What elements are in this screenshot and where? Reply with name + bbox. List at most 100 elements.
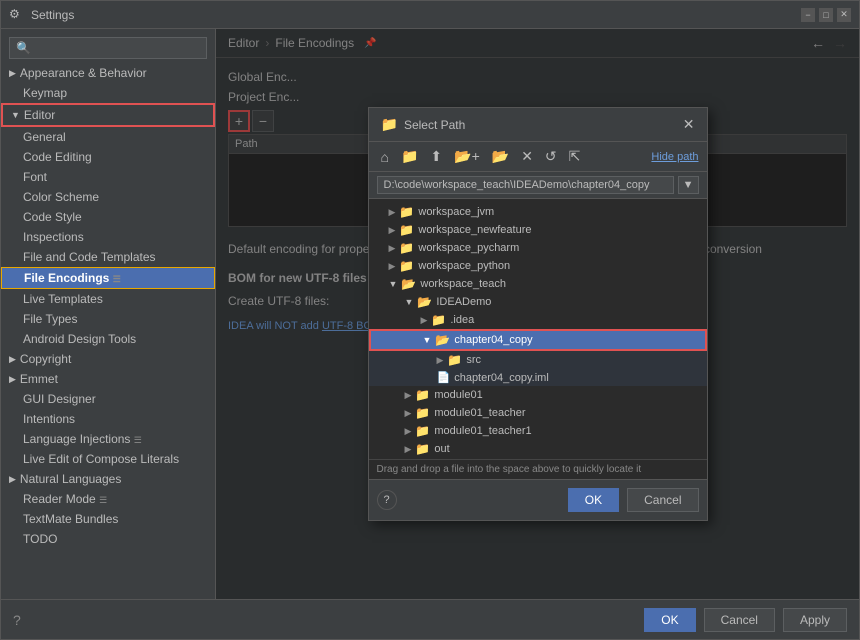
sidebar-item-code-editing[interactable]: Code Editing xyxy=(1,147,215,167)
main-content: Editor › File Encodings 📌 ← → Global Enc… xyxy=(216,29,859,599)
sidebar: ▶ Appearance & Behavior Keymap ▼ Editor … xyxy=(1,29,216,599)
sidebar-item-android-design-tools[interactable]: Android Design Tools xyxy=(1,329,215,349)
sidebar-item-language-injections[interactable]: Language Injections ☰ xyxy=(1,429,215,449)
dialog-title-left: 📁 Select Path xyxy=(381,116,466,133)
tree-item-chapter04-copy[interactable]: ▼ 📂 chapter04_copy xyxy=(369,329,707,351)
sidebar-item-label: Live Templates xyxy=(23,292,103,306)
tree-item-label: workspace_jvm xyxy=(418,206,494,218)
sidebar-item-editor[interactable]: ▼ Editor xyxy=(1,103,215,127)
hide-path-button[interactable]: Hide path xyxy=(651,151,698,163)
dialog-ok-button[interactable]: OK xyxy=(568,488,619,512)
minimize-button[interactable]: − xyxy=(801,8,815,22)
tree-arrow: ▶ xyxy=(405,444,412,455)
search-input[interactable] xyxy=(9,37,207,59)
sidebar-item-color-scheme[interactable]: Color Scheme xyxy=(1,187,215,207)
window-title: Settings xyxy=(31,8,801,22)
tree-item[interactable]: ▶ 📁 module01 xyxy=(369,386,707,404)
toolbar-delete-button[interactable]: ✕ xyxy=(517,146,537,167)
sidebar-item-intentions[interactable]: Intentions xyxy=(1,409,215,429)
folder-icon: 📁 xyxy=(399,259,414,273)
tree-item[interactable]: ▶ 📁 module01_teacher1 xyxy=(369,422,707,440)
dialog-path-bar: ▼ xyxy=(369,172,707,199)
expand-arrow: ▶ xyxy=(9,354,16,365)
tree-item-label: chapter04_copy xyxy=(454,334,532,346)
tree-item[interactable]: ▶ 📁 workspace_jvm xyxy=(369,203,707,221)
sidebar-item-natural-languages[interactable]: ▶ Natural Languages xyxy=(1,469,215,489)
dialog-help-button[interactable]: ? xyxy=(377,490,397,510)
sidebar-item-reader-mode[interactable]: Reader Mode ☰ xyxy=(1,489,215,509)
path-dropdown-button[interactable]: ▼ xyxy=(678,176,699,194)
folder-icon: 📂 xyxy=(417,295,432,309)
tree-item[interactable]: ▶ 📁 workspace_pycharm xyxy=(369,239,707,257)
sidebar-item-code-style[interactable]: Code Style xyxy=(1,207,215,227)
sidebar-item-label: GUI Designer xyxy=(23,392,96,406)
toolbar-open-button[interactable]: 📂 xyxy=(488,146,513,167)
title-bar: ⚙ Settings − □ ✕ xyxy=(1,1,859,29)
tree-item[interactable]: ▼ 📂 workspace_teach xyxy=(369,275,707,293)
sidebar-item-file-code-templates[interactable]: File and Code Templates xyxy=(1,247,215,267)
sidebar-item-label: Font xyxy=(23,170,47,184)
tree-item[interactable]: ▼ 📂 IDEADemo xyxy=(369,293,707,311)
tree-item[interactable]: ▶ 📁 .idea xyxy=(369,311,707,329)
toolbar-refresh-button[interactable]: ↺ xyxy=(541,146,561,167)
apply-button[interactable]: Apply xyxy=(783,608,847,632)
dialog-close-button[interactable]: ✕ xyxy=(683,116,695,133)
sidebar-item-todo[interactable]: TODO xyxy=(1,529,215,549)
close-button[interactable]: ✕ xyxy=(837,8,851,22)
dialog-cancel-button[interactable]: Cancel xyxy=(627,488,698,512)
tree-item-label: workspace_python xyxy=(418,260,510,272)
ok-button[interactable]: OK xyxy=(644,608,695,632)
sidebar-item-gui-designer[interactable]: GUI Designer xyxy=(1,389,215,409)
sidebar-item-label: Emmet xyxy=(20,372,58,386)
sidebar-item-file-types[interactable]: File Types xyxy=(1,309,215,329)
tree-arrow: ▶ xyxy=(405,426,412,437)
sidebar-item-live-templates[interactable]: Live Templates xyxy=(1,289,215,309)
sidebar-item-copyright[interactable]: ▶ Copyright xyxy=(1,349,215,369)
help-icon[interactable]: ? xyxy=(13,612,21,628)
sidebar-item-textmate-bundles[interactable]: TextMate Bundles xyxy=(1,509,215,529)
sidebar-item-label: Reader Mode xyxy=(23,492,96,506)
sidebar-item-label: TextMate Bundles xyxy=(23,512,118,526)
sidebar-item-label: TODO xyxy=(23,532,57,546)
tree-arrow: ▶ xyxy=(389,261,396,272)
tree-item-label: module01_teacher1 xyxy=(434,425,531,437)
toolbar-folder-button[interactable]: 📁 xyxy=(397,146,422,167)
toolbar-new-folder-button[interactable]: 📂+ xyxy=(450,146,484,167)
tree-item-label: module01_teacher xyxy=(434,407,525,419)
toolbar-expand-button[interactable]: ⇱ xyxy=(565,146,585,167)
dialog-tree[interactable]: ▶ 📁 workspace_jvm ▶ 📁 workspace_newfeatu… xyxy=(369,199,707,459)
cancel-button[interactable]: Cancel xyxy=(704,608,775,632)
tree-arrow: ▼ xyxy=(423,335,432,345)
sidebar-item-appearance-behavior[interactable]: ▶ Appearance & Behavior xyxy=(1,63,215,83)
sidebar-item-label: Code Editing xyxy=(23,150,92,164)
drag-hint-text: Drag and drop a file into the space abov… xyxy=(377,464,642,475)
sidebar-item-live-edit-compose[interactable]: Live Edit of Compose Literals xyxy=(1,449,215,469)
tree-item-label: chapter04_copy.iml xyxy=(454,372,549,384)
tree-item[interactable]: ▶ 📁 module01_teacher xyxy=(369,404,707,422)
scroll-indicator2: ☰ xyxy=(134,435,142,445)
sidebar-item-font[interactable]: Font xyxy=(1,167,215,187)
sidebar-item-label: Appearance & Behavior xyxy=(20,66,147,80)
sidebar-item-emmet[interactable]: ▶ Emmet xyxy=(1,369,215,389)
toolbar-home-button[interactable]: ⌂ xyxy=(377,147,393,167)
tree-item[interactable]: ▶ 📁 out xyxy=(369,440,707,458)
tree-item[interactable]: ▶ 📁 workspace_newfeature xyxy=(369,221,707,239)
tree-item-src[interactable]: ▶ 📁 src xyxy=(369,351,707,369)
toolbar-folder-up-button[interactable]: ⬆ xyxy=(426,146,446,167)
sidebar-item-file-encodings[interactable]: File Encodings ☰ xyxy=(1,267,215,289)
folder-icon: 📂 xyxy=(401,277,416,291)
path-input[interactable] xyxy=(377,176,674,194)
sidebar-item-general[interactable]: General xyxy=(1,127,215,147)
folder-icon: 📁 xyxy=(447,353,462,367)
dialog-title-bar: 📁 Select Path ✕ xyxy=(369,108,707,142)
maximize-button[interactable]: □ xyxy=(819,8,833,22)
tree-item[interactable]: ▶ 📁 workspace_python xyxy=(369,257,707,275)
folder-icon: 📁 xyxy=(415,442,430,456)
sidebar-item-label: General xyxy=(23,130,66,144)
window-controls: − □ ✕ xyxy=(801,8,851,22)
sidebar-item-keymap[interactable]: Keymap xyxy=(1,83,215,103)
sidebar-item-inspections[interactable]: Inspections xyxy=(1,227,215,247)
tree-item-label: src xyxy=(466,354,481,366)
dialog-footer: ? OK Cancel xyxy=(369,479,707,520)
tree-item-chapter04-iml[interactable]: 📄 chapter04_copy.iml xyxy=(369,369,707,386)
